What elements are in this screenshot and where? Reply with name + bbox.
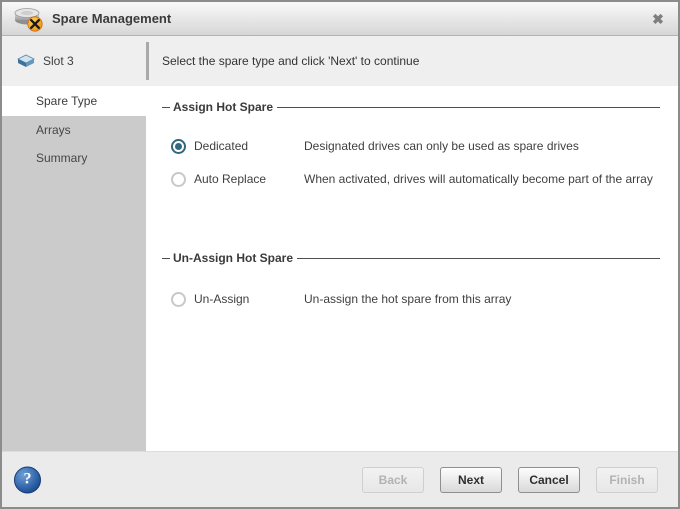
footer-bar: ? Back Next Cancel Finish bbox=[2, 451, 678, 507]
device-area: Slot 3 bbox=[2, 36, 146, 86]
option-label: Dedicated bbox=[194, 139, 249, 153]
sidebar-item-label: Spare Type bbox=[36, 94, 98, 108]
option-row-dedicated: Dedicated Designated drives can only be … bbox=[162, 136, 660, 156]
section-header-assign: Assign Hot Spare bbox=[162, 100, 660, 114]
option-description: When activated, drives will automaticall… bbox=[304, 172, 653, 186]
section-title: Assign Hot Spare bbox=[173, 100, 274, 114]
finish-button[interactable]: Finish bbox=[596, 466, 658, 493]
option-label: Un-Assign bbox=[194, 292, 250, 306]
assign-options: Dedicated Designated drives can only be … bbox=[162, 136, 660, 189]
option-description: Un-assign the hot spare from this array bbox=[304, 292, 512, 306]
back-button[interactable]: Back bbox=[362, 466, 424, 493]
spare-management-window: Spare Management ✖ Slot 3 Select the spa… bbox=[0, 0, 680, 509]
section-title: Un-Assign Hot Spare bbox=[173, 251, 294, 265]
unassign-options: Un-Assign Un-assign the hot spare from t… bbox=[162, 289, 660, 309]
option-row-auto-replace: Auto Replace When activated, drives will… bbox=[162, 169, 660, 189]
option-description: Designated drives can only be used as sp… bbox=[304, 139, 579, 153]
window-title: Spare Management bbox=[52, 11, 172, 26]
main-area: Spare Type Arrays Summary Assign Hot Spa… bbox=[2, 86, 678, 451]
option-label: Auto Replace bbox=[194, 172, 267, 186]
wizard-instruction: Select the spare type and click 'Next' t… bbox=[162, 54, 420, 68]
slot-label: Slot 3 bbox=[43, 54, 74, 68]
controller-icon bbox=[16, 53, 36, 69]
section-rule bbox=[277, 106, 660, 108]
radio-unassign[interactable] bbox=[171, 291, 186, 307]
sidebar-item-spare-type[interactable]: Spare Type bbox=[2, 86, 146, 116]
drive-tools-icon bbox=[14, 5, 44, 32]
sidebar-item-summary[interactable]: Summary bbox=[2, 144, 146, 172]
sub-header: Slot 3 Select the spare type and click '… bbox=[2, 36, 678, 86]
section-rule bbox=[297, 257, 660, 259]
content-panel: Assign Hot Spare Dedicated Designated dr… bbox=[146, 86, 678, 451]
sidebar-item-label: Summary bbox=[36, 151, 88, 165]
title-bar: Spare Management ✖ bbox=[2, 2, 678, 36]
help-icon[interactable]: ? bbox=[14, 466, 41, 493]
next-button[interactable]: Next bbox=[440, 466, 502, 493]
cancel-button[interactable]: Cancel bbox=[518, 466, 580, 493]
section-rule-start bbox=[162, 257, 170, 259]
section-header-unassign: Un-Assign Hot Spare bbox=[162, 251, 660, 265]
radio-auto-replace[interactable] bbox=[171, 171, 186, 187]
close-icon[interactable]: ✖ bbox=[648, 9, 668, 29]
wizard-steps-sidebar: Spare Type Arrays Summary bbox=[2, 86, 146, 451]
sidebar-item-arrays[interactable]: Arrays bbox=[2, 116, 146, 144]
radio-dedicated[interactable] bbox=[171, 138, 186, 154]
section-rule-start bbox=[162, 106, 170, 108]
sidebar-item-label: Arrays bbox=[36, 123, 71, 137]
option-row-unassign: Un-Assign Un-assign the hot spare from t… bbox=[162, 289, 660, 309]
